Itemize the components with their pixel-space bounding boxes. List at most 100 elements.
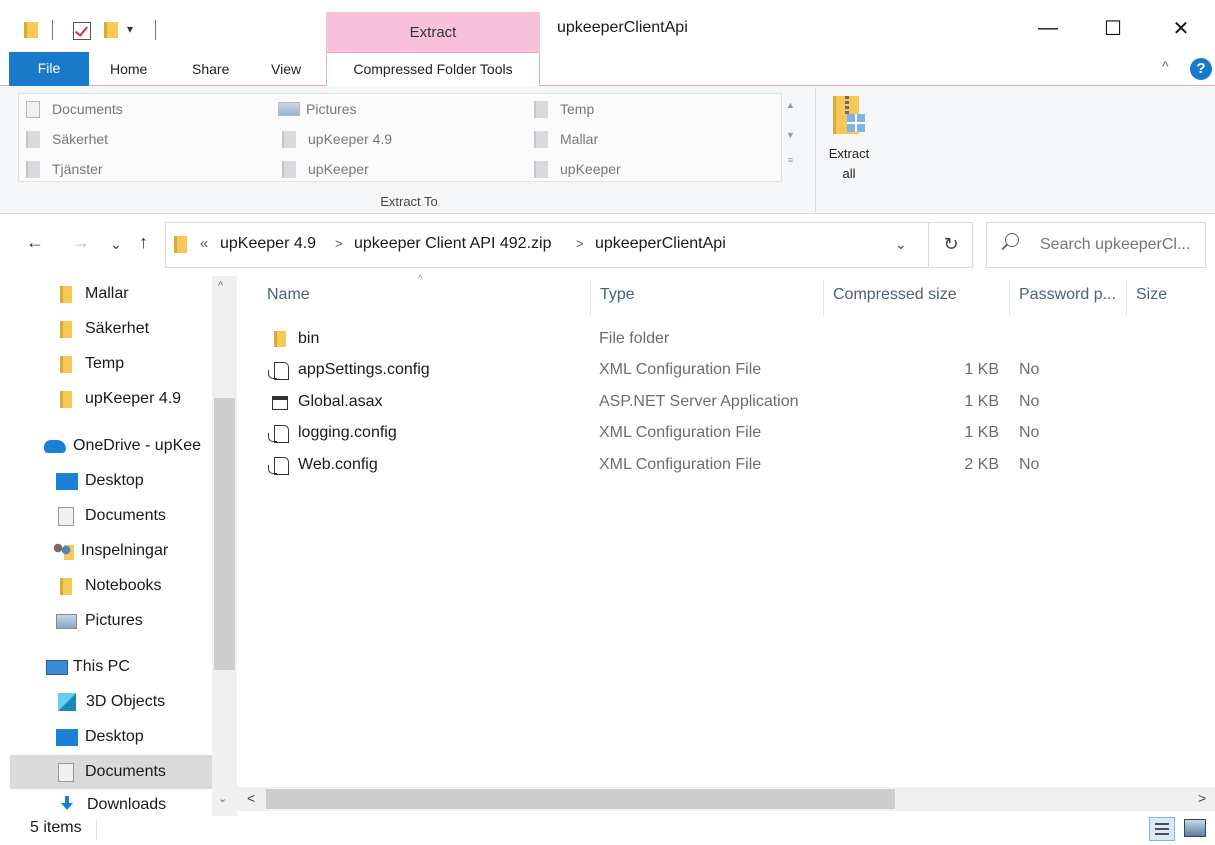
window-title: upkeeperClientApi (557, 19, 688, 36)
documents-icon (58, 762, 74, 782)
gallery-scroll-up-icon[interactable]: ▲ (782, 100, 799, 110)
file-row-bin[interactable]: bin File folder (262, 325, 1212, 355)
extract-to-item[interactable]: Tjänster (26, 158, 103, 180)
column-header-name[interactable]: Name (267, 286, 310, 304)
back-arrow-icon[interactable]: ← (26, 232, 44, 253)
nav-item-label: Säkerhet (85, 320, 150, 337)
tab-view[interactable]: View (271, 52, 301, 86)
gallery-expand-icon[interactable]: ≡ (782, 155, 799, 165)
extract-to-item-label: Documents (52, 101, 123, 117)
gallery-scroll-down-icon[interactable]: ▼ (782, 130, 799, 140)
file-row-global-asax[interactable]: Global.asax ASP.NET Server Application 1… (262, 388, 1212, 418)
extract-to-item[interactable]: Temp (534, 98, 594, 120)
tab-file[interactable]: File (9, 52, 89, 86)
nav-item-label: Downloads (87, 796, 167, 813)
scroll-right-icon[interactable]: > (1198, 790, 1206, 806)
extract-to-item[interactable]: upKeeper (282, 158, 369, 180)
file-name: appSettings.config (298, 361, 430, 378)
maximize-button[interactable]: ☐ (1090, 8, 1136, 48)
downloads-icon (61, 796, 73, 810)
breadcrumb-separator-chevron-icon[interactable]: > (335, 236, 343, 251)
nav-item-desktop[interactable]: Desktop (10, 464, 212, 498)
nav-item-onedrive[interactable]: OneDrive - upKee (10, 429, 212, 463)
horizontal-scroll-thumb[interactable] (266, 789, 895, 809)
extract-to-item-label: Temp (560, 101, 595, 117)
nav-item-label: Mallar (85, 285, 129, 302)
column-header-compressed-size[interactable]: Compressed size (833, 286, 957, 304)
quick-access-folder-icon[interactable] (24, 22, 38, 38)
refresh-button[interactable]: ↻ (928, 222, 973, 268)
file-password: No (1019, 361, 1040, 378)
customize-quick-access-dropdown[interactable]: ▾ (127, 22, 133, 36)
pictures-icon (278, 102, 300, 116)
nav-item-temp[interactable]: Temp (10, 347, 212, 381)
nav-scroll-up-icon[interactable]: ^ (218, 280, 223, 292)
nav-item-desktop-pc[interactable]: Desktop (10, 720, 212, 754)
desktop-icon (56, 728, 78, 746)
file-row-logging[interactable]: logging.config XML Configuration File 1 … (262, 419, 1212, 449)
breadcrumb-upkeeperclientapi[interactable]: upkeeperClientApi (595, 235, 726, 253)
asax-file-icon (272, 396, 288, 410)
column-divider[interactable] (1126, 280, 1127, 316)
up-arrow-icon[interactable]: ↑ (139, 232, 148, 253)
onedrive-cloud-icon (44, 439, 66, 453)
file-password: No (1019, 456, 1040, 473)
forward-arrow-icon[interactable]: → (72, 232, 90, 253)
nav-pane-scroll-thumb[interactable] (214, 398, 235, 670)
help-icon[interactable]: ? (1190, 58, 1212, 80)
details-view-icon[interactable] (1149, 817, 1175, 841)
nav-scroll-down-icon[interactable]: ⌄ (218, 792, 227, 805)
column-divider[interactable] (823, 280, 824, 316)
tab-compressed-folder-tools[interactable]: Compressed Folder Tools (326, 52, 540, 87)
nav-item-documents[interactable]: Documents (10, 499, 212, 533)
properties-check-icon[interactable] (73, 22, 91, 40)
folder-icon (282, 160, 296, 178)
nav-item-mallar[interactable]: Mallar (10, 277, 212, 311)
extract-to-item[interactable]: Säkerhet (26, 128, 108, 150)
column-divider[interactable] (1009, 280, 1010, 316)
breadcrumb-upkeeper-4-9[interactable]: upKeeper 4.9 (220, 235, 316, 253)
breadcrumb-overflow-icon[interactable]: « (200, 235, 208, 252)
nav-item-inspelningar[interactable]: Inspelningar (10, 534, 212, 568)
extract-to-item[interactable]: Documents (26, 98, 123, 120)
nav-item-upkeeper-4-9[interactable]: upKeeper 4.9 (10, 382, 212, 416)
extract-to-item-label: upKeeper 4.9 (308, 131, 393, 147)
search-input[interactable] (1040, 226, 1204, 264)
nav-item-3d-objects[interactable]: 3D Objects (10, 685, 212, 719)
nav-item-sakerhet[interactable]: Säkerhet (10, 312, 212, 346)
scroll-left-icon[interactable]: < (247, 790, 255, 806)
collapse-ribbon-chevron-icon[interactable]: ^ (1162, 58, 1169, 74)
breadcrumb-zip-file[interactable]: upkeeper Client API 492.zip (354, 235, 551, 253)
nav-item-downloads[interactable]: Downloads (10, 790, 212, 816)
breadcrumb-separator-chevron-icon[interactable]: > (576, 236, 584, 251)
column-header-password[interactable]: Password p... (1019, 286, 1116, 304)
column-header-type[interactable]: Type (600, 286, 635, 304)
extract-to-item[interactable]: Mallar (534, 128, 598, 150)
tab-share[interactable]: Share (192, 52, 229, 86)
file-row-web-config[interactable]: Web.config XML Configuration File 2 KB N… (262, 451, 1212, 481)
column-divider[interactable] (590, 280, 591, 316)
new-folder-icon[interactable] (104, 22, 118, 38)
extract-all-button[interactable]: Extract all (820, 92, 878, 190)
recent-locations-chevron-icon[interactable]: ⌄ (110, 236, 122, 253)
close-button[interactable]: ✕ (1158, 8, 1204, 48)
nav-item-pictures[interactable]: Pictures (10, 604, 212, 638)
quick-access-separator (52, 20, 53, 40)
folder-icon (534, 100, 548, 118)
nav-item-documents-pc[interactable]: Documents (10, 755, 212, 789)
nav-item-label: OneDrive - upKee (73, 437, 202, 454)
address-history-dropdown-icon[interactable]: ⌄ (895, 236, 907, 253)
extract-to-item[interactable]: upKeeper (534, 158, 621, 180)
extract-to-item[interactable]: upKeeper 4.9 (282, 128, 392, 150)
tab-home[interactable]: Home (110, 52, 147, 86)
file-password: No (1019, 393, 1040, 410)
nav-item-notebooks[interactable]: Notebooks (10, 569, 212, 603)
minimize-button[interactable]: — (1025, 8, 1071, 48)
large-icons-view-icon[interactable] (1184, 819, 1206, 837)
extract-to-item[interactable]: Pictures (278, 98, 357, 120)
config-file-icon (268, 457, 289, 475)
nav-item-this-pc[interactable]: This PC (10, 650, 212, 684)
column-header-size[interactable]: Size (1136, 286, 1167, 304)
file-row-appsettings[interactable]: appSettings.config XML Configuration Fil… (262, 356, 1212, 386)
quick-access-separator (155, 20, 156, 40)
